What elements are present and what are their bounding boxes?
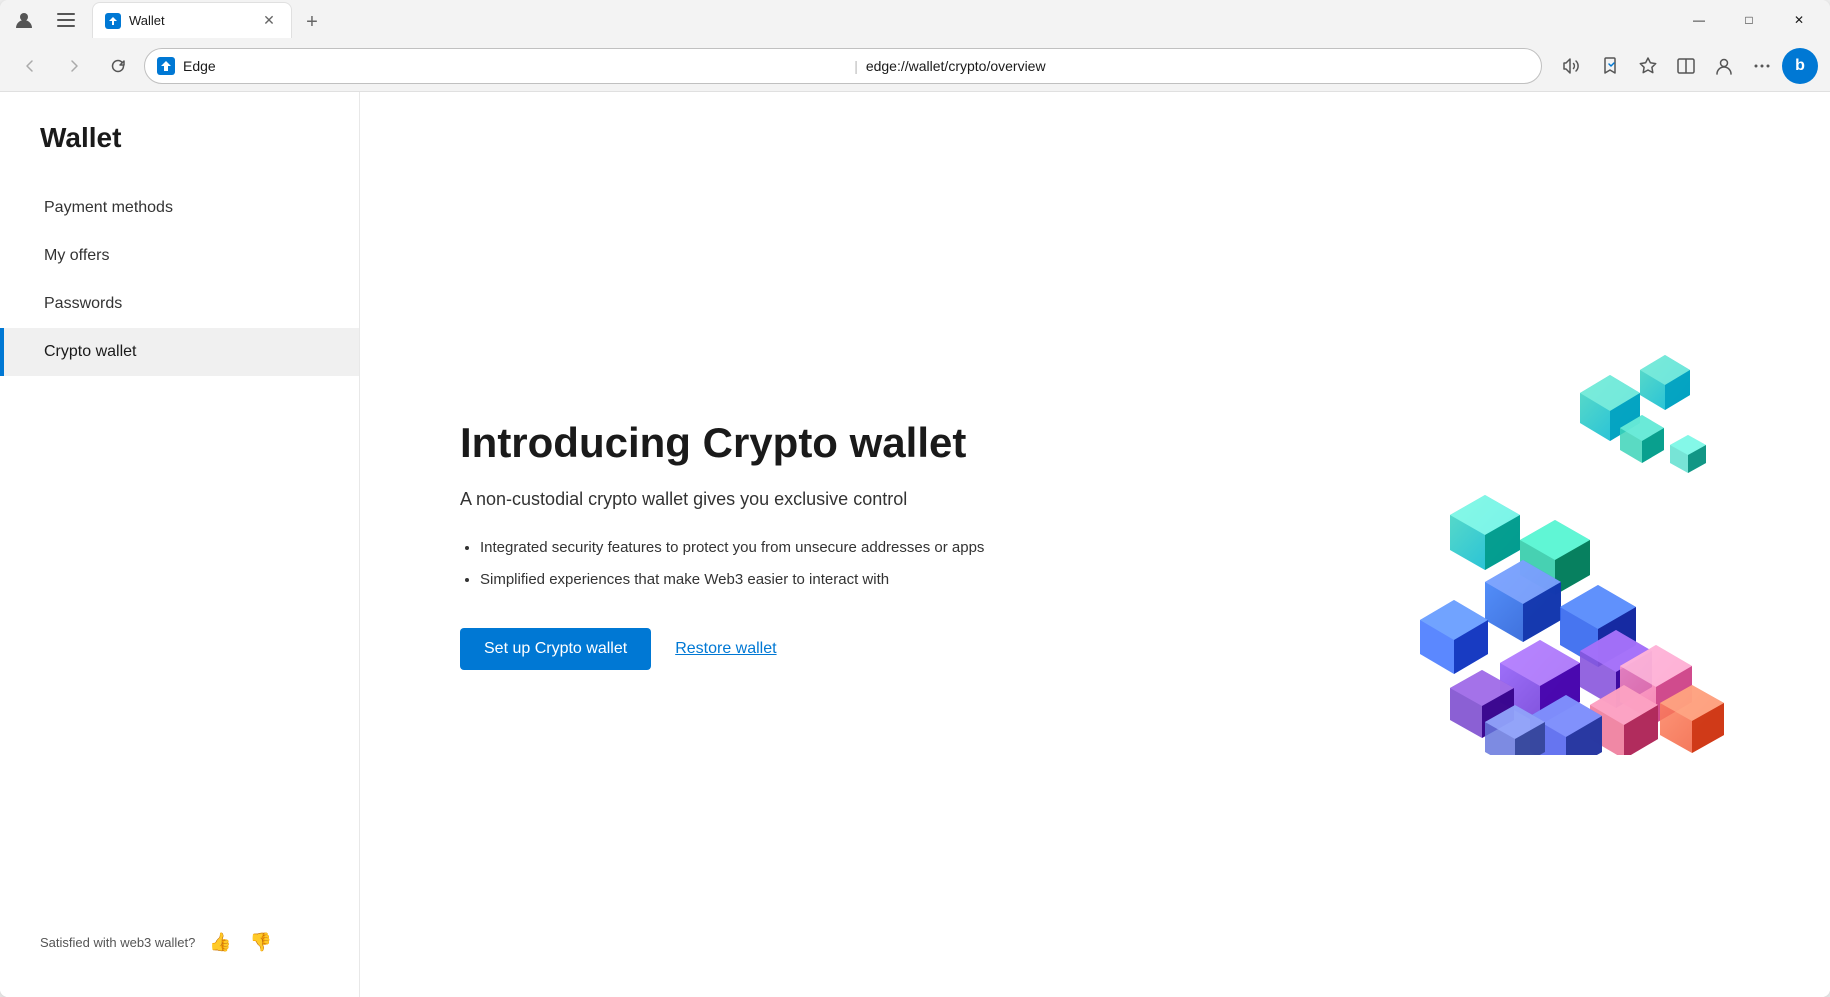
profile-icon[interactable] bbox=[8, 4, 40, 36]
feature-item-1: Integrated security features to protect … bbox=[480, 537, 1110, 560]
tab-close-button[interactable]: ✕ bbox=[259, 11, 279, 31]
feature-list: Integrated security features to protect … bbox=[480, 537, 1110, 592]
thumbs-up-button[interactable]: 👍 bbox=[205, 928, 235, 957]
tab-favicon bbox=[105, 13, 121, 29]
tab-title: Wallet bbox=[129, 13, 251, 28]
thumbs-down-button[interactable]: 👎 bbox=[246, 928, 276, 957]
read-aloud-icon[interactable] bbox=[1554, 48, 1590, 84]
satisfaction-text: Satisfied with web3 wallet? bbox=[40, 935, 195, 950]
address-bar[interactable]: Edge | edge://wallet/crypto/overview bbox=[144, 48, 1542, 84]
cubes-svg bbox=[1330, 335, 1750, 755]
sidebar-item-payment-methods[interactable]: Payment methods bbox=[0, 184, 359, 232]
browser-name: Edge bbox=[183, 58, 846, 74]
profile-menu-icon[interactable] bbox=[1706, 48, 1742, 84]
intro-title: Introducing Crypto wallet bbox=[460, 419, 1110, 467]
setup-crypto-wallet-button[interactable]: Set up Crypto wallet bbox=[460, 628, 651, 670]
content-left: Introducing Crypto wallet A non-custodia… bbox=[460, 419, 1110, 669]
crypto-wallet-label: Crypto wallet bbox=[44, 343, 136, 361]
maximize-button[interactable]: □ bbox=[1726, 4, 1772, 36]
navigation-bar: Edge | edge://wallet/crypto/overview bbox=[0, 40, 1830, 92]
bing-button[interactable]: b bbox=[1782, 48, 1818, 84]
collections-icon[interactable] bbox=[1592, 48, 1628, 84]
split-screen-icon[interactable] bbox=[1668, 48, 1704, 84]
my-offers-label: My offers bbox=[44, 247, 110, 265]
back-button[interactable] bbox=[12, 48, 48, 84]
action-buttons: Set up Crypto wallet Restore wallet bbox=[460, 628, 1110, 670]
sidebar-item-my-offers[interactable]: My offers bbox=[0, 232, 359, 280]
sidebar-toggle[interactable] bbox=[48, 2, 84, 38]
new-tab-button[interactable]: + bbox=[296, 6, 328, 38]
add-favorites-icon[interactable] bbox=[1630, 48, 1666, 84]
close-button[interactable]: ✕ bbox=[1776, 4, 1822, 36]
minimize-button[interactable]: — bbox=[1676, 4, 1722, 36]
address-url: edge://wallet/crypto/overview bbox=[866, 58, 1529, 74]
sidebar-item-crypto-wallet[interactable]: Crypto wallet bbox=[0, 328, 359, 376]
window-controls: — □ ✕ bbox=[1676, 4, 1822, 36]
sidebar-footer: Satisfied with web3 wallet? 👍 👎 bbox=[0, 908, 359, 977]
toolbar-icons: b bbox=[1554, 48, 1818, 84]
sidebar-navigation: Payment methods My offers Passwords Cryp… bbox=[0, 184, 359, 376]
sidebar-title: Wallet bbox=[0, 122, 359, 154]
sidebar-item-passwords[interactable]: Passwords bbox=[0, 280, 359, 328]
address-favicon bbox=[157, 57, 175, 75]
payment-methods-label: Payment methods bbox=[44, 199, 173, 217]
main-content: Introducing Crypto wallet A non-custodia… bbox=[360, 92, 1830, 997]
active-tab[interactable]: Wallet ✕ bbox=[92, 2, 292, 38]
tab-bar: Wallet ✕ + bbox=[92, 2, 1668, 38]
browser-content: Wallet Payment methods My offers Passwor… bbox=[0, 92, 1830, 997]
address-separator: | bbox=[854, 58, 858, 74]
refresh-button[interactable] bbox=[100, 48, 136, 84]
more-options-icon[interactable] bbox=[1744, 48, 1780, 84]
sidebar: Wallet Payment methods My offers Passwor… bbox=[0, 92, 360, 997]
forward-button[interactable] bbox=[56, 48, 92, 84]
restore-wallet-button[interactable]: Restore wallet bbox=[675, 640, 776, 658]
crypto-illustration bbox=[1330, 335, 1750, 755]
passwords-label: Passwords bbox=[44, 295, 122, 313]
title-bar: Wallet ✕ + — □ ✕ bbox=[0, 0, 1830, 40]
satisfaction-row: Satisfied with web3 wallet? 👍 👎 bbox=[40, 928, 319, 957]
intro-subtitle: A non-custodial crypto wallet gives you … bbox=[460, 486, 1110, 513]
feature-item-2: Simplified experiences that make Web3 ea… bbox=[480, 569, 1110, 592]
